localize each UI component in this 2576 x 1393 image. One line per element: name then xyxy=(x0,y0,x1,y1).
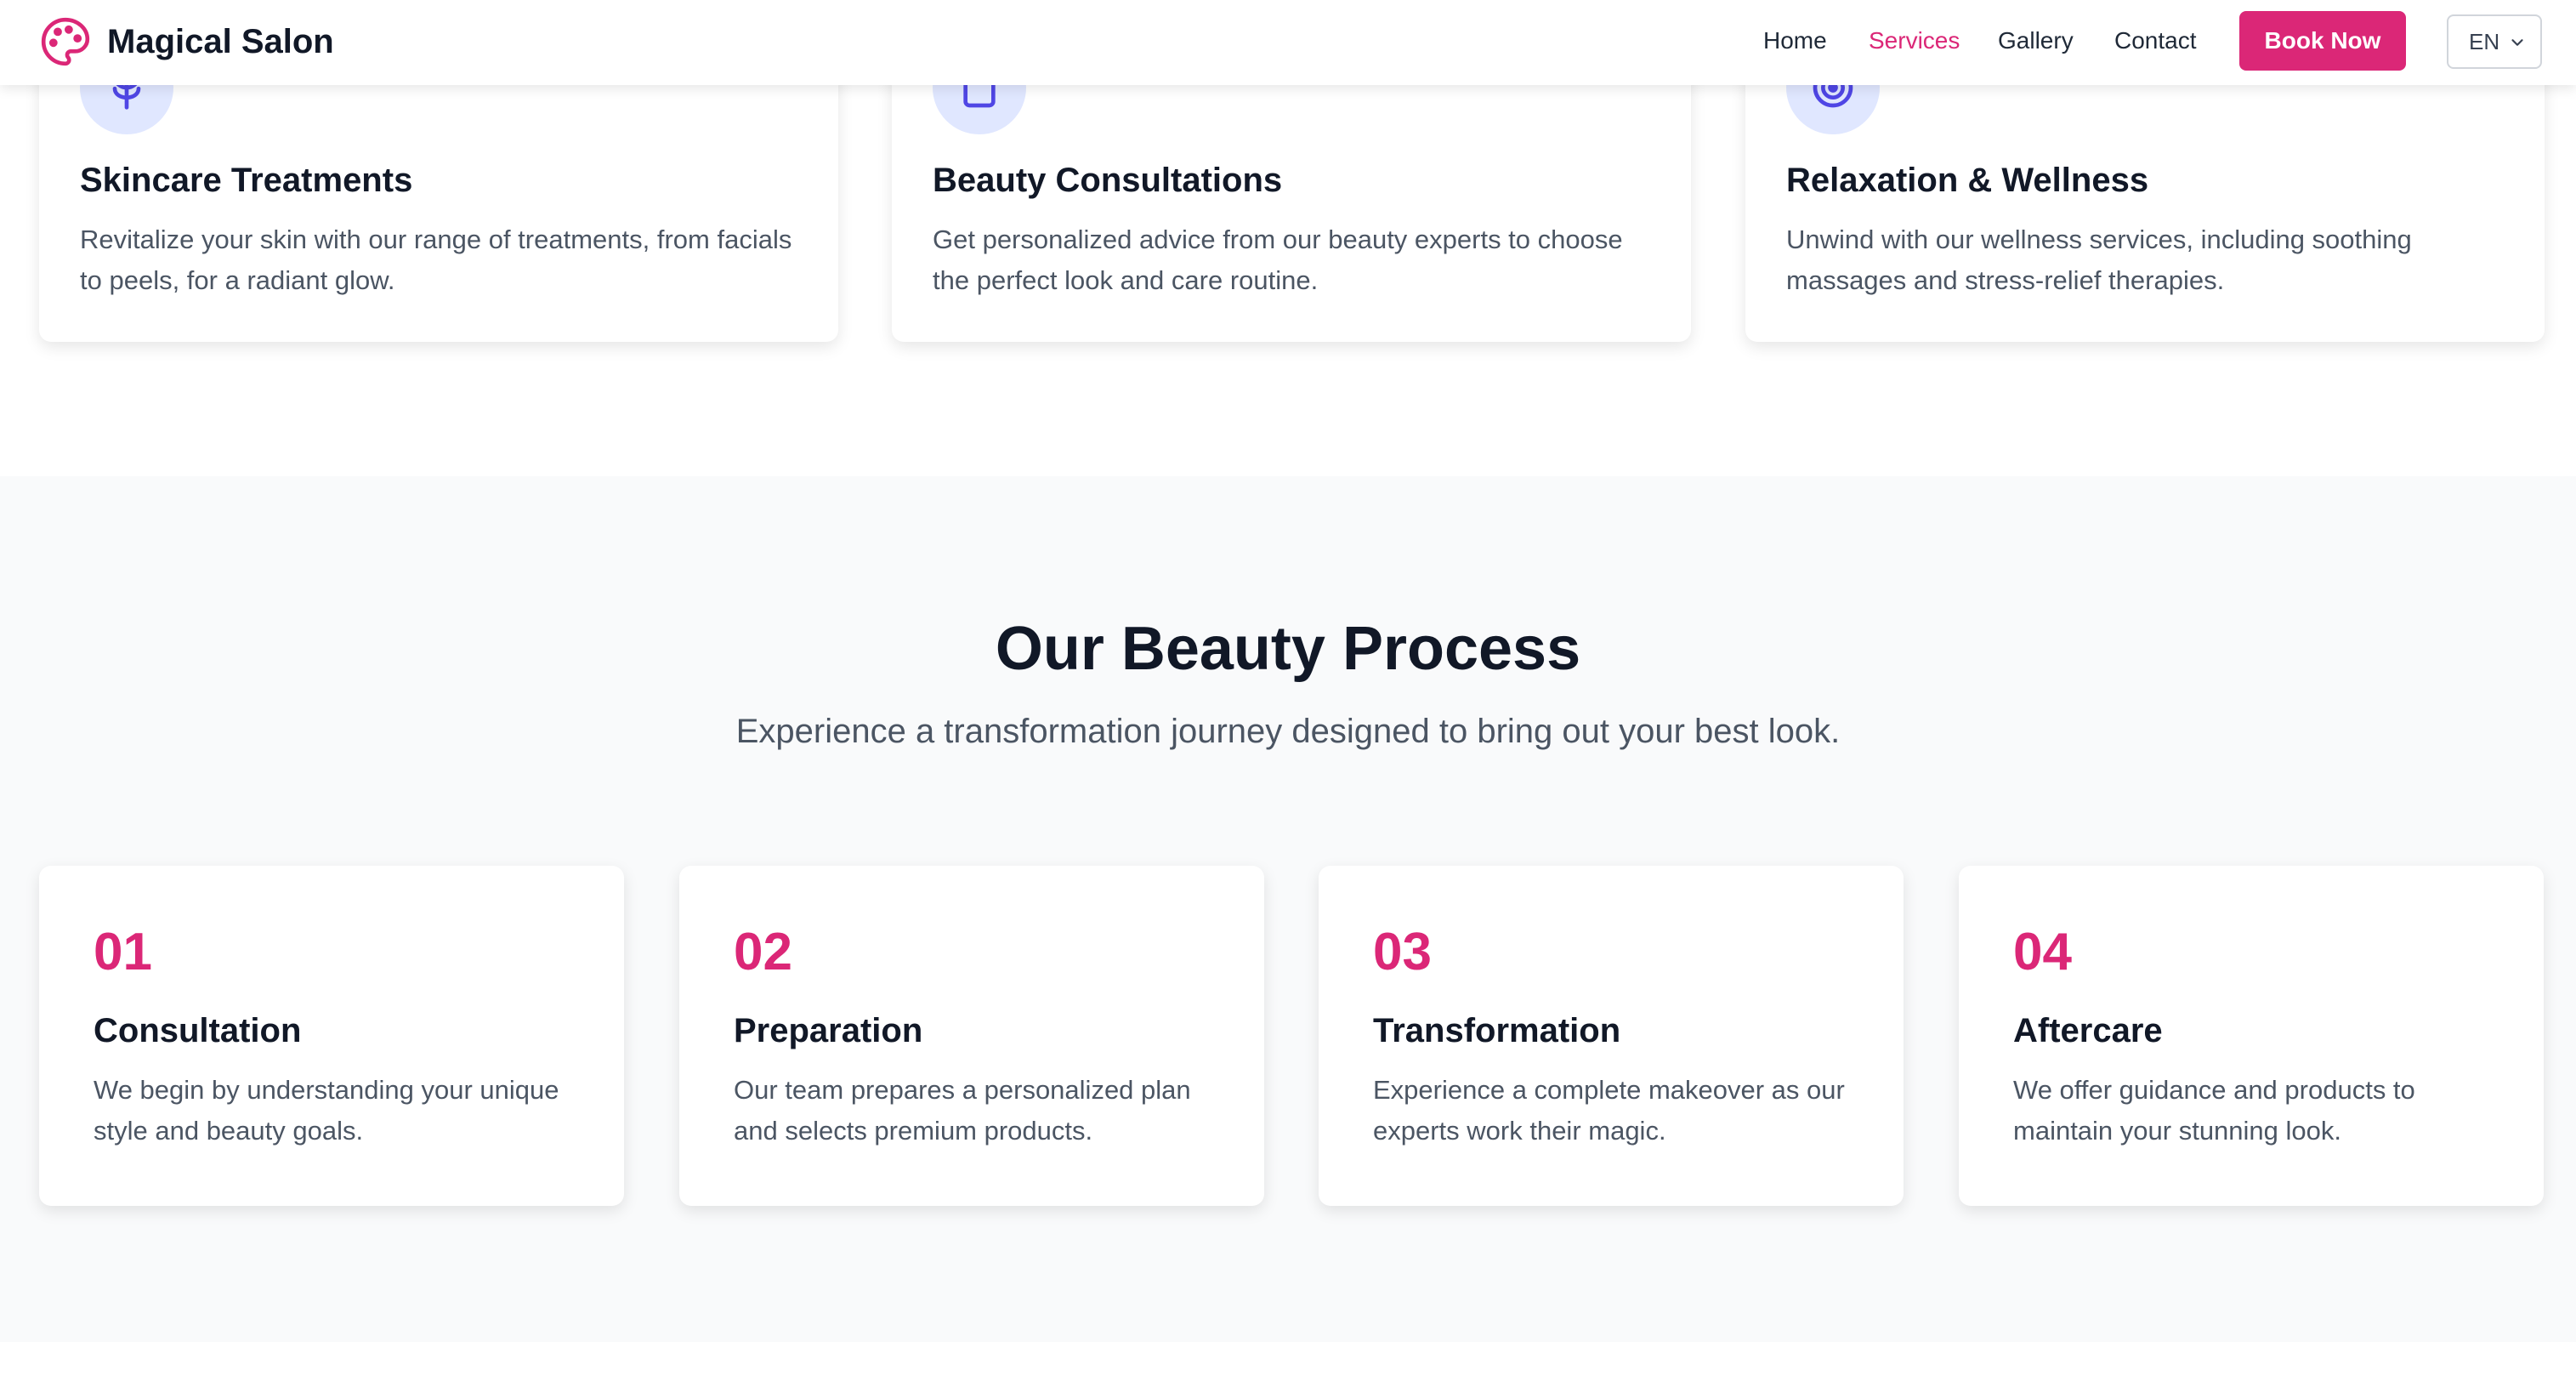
nav-contact[interactable]: Contact xyxy=(2114,27,2197,54)
brand-name: Magical Salon xyxy=(107,22,334,60)
step-title: Preparation xyxy=(734,1012,923,1049)
language-select[interactable]: EN xyxy=(2447,14,2542,69)
service-description: Revitalize your skin with our range of t… xyxy=(80,225,792,295)
step-description: We offer guidance and products to mainta… xyxy=(2013,1075,2415,1146)
step-description: Experience a complete makeover as our ex… xyxy=(1373,1075,1845,1146)
step-number: 02 xyxy=(734,923,792,981)
step-title: Consultation xyxy=(94,1012,302,1049)
service-description: Get personalized advice from our beauty … xyxy=(933,225,1623,295)
brand-logo[interactable]: Magical Salon xyxy=(39,15,334,68)
process-step-card: 02 Preparation Our team prepares a perso… xyxy=(679,866,1264,1206)
service-description: Unwind with our wellness services, inclu… xyxy=(1786,225,2412,295)
step-title: Aftercare xyxy=(2013,1012,2163,1049)
service-title: Beauty Consultations xyxy=(933,162,1283,199)
service-title: Skincare Treatments xyxy=(80,162,413,199)
chevron-down-icon xyxy=(2511,39,2523,46)
step-number: 04 xyxy=(2013,923,2072,981)
process-step-card: 01 Consultation We begin by understandin… xyxy=(39,866,624,1206)
step-number: 01 xyxy=(94,923,152,981)
step-description: We begin by understanding your unique st… xyxy=(94,1075,559,1146)
nav-home[interactable]: Home xyxy=(1763,27,1827,54)
section-subtitle: Experience a transformation journey desi… xyxy=(735,713,1841,750)
site-header: Magical Salon Home Services Gallery Cont… xyxy=(0,0,2576,85)
section-title: Our Beauty Process xyxy=(995,615,1581,683)
step-description: Our team prepares a personalized plan an… xyxy=(734,1075,1191,1146)
process-step-card: 03 Transformation Experience a complete … xyxy=(1319,866,1904,1206)
language-value: EN xyxy=(2469,28,2500,54)
palette-icon xyxy=(41,17,90,66)
book-now-button[interactable]: Book Now xyxy=(2239,11,2406,71)
process-step-card: 04 Aftercare We offer guidance and produ… xyxy=(1959,866,2544,1206)
step-title: Transformation xyxy=(1373,1012,1621,1049)
service-title: Relaxation & Wellness xyxy=(1786,162,2149,199)
nav-gallery[interactable]: Gallery xyxy=(1998,27,2074,54)
nav-services[interactable]: Services xyxy=(1869,27,1960,54)
step-number: 03 xyxy=(1373,923,1432,981)
